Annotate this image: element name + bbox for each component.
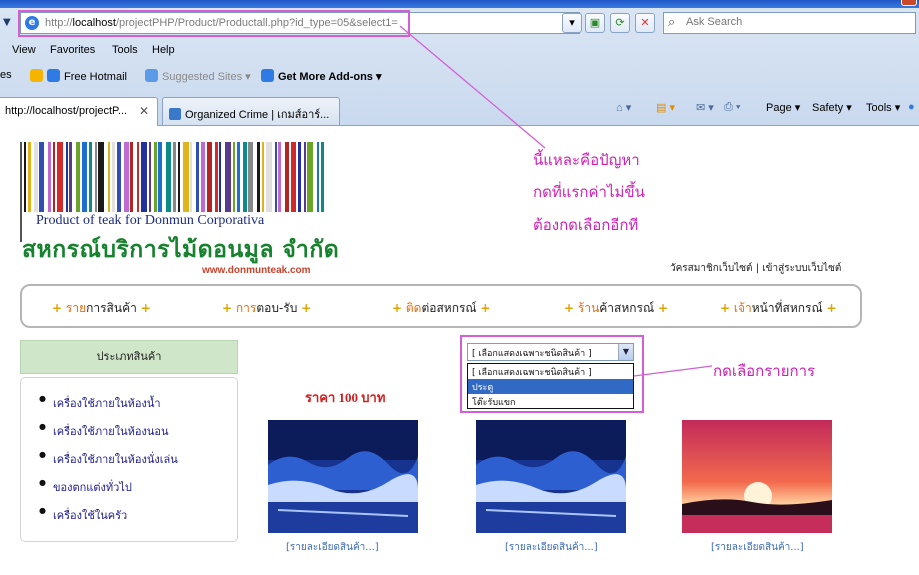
annotation-arrows [399,25,713,377]
